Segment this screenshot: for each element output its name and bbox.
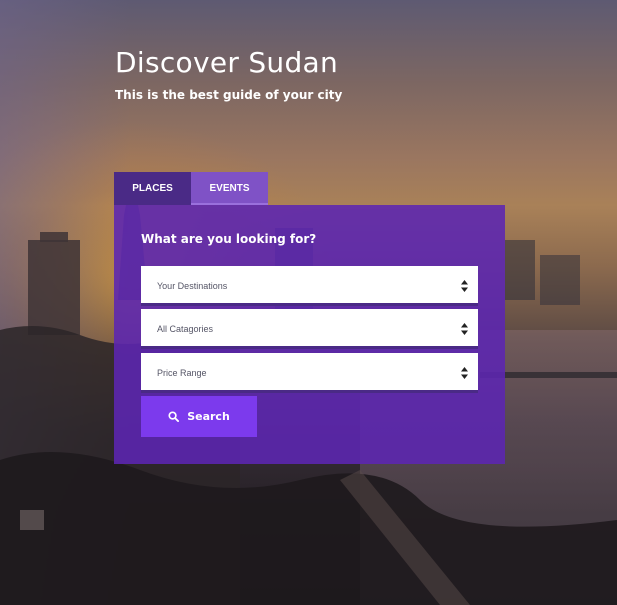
select-arrows-icon bbox=[461, 323, 468, 335]
price-range-select-value: Price Range bbox=[157, 368, 207, 378]
destination-select-value: Your Destinations bbox=[157, 281, 228, 291]
search-tabs: PLACES EVENTS bbox=[114, 172, 268, 205]
destination-select[interactable]: Your Destinations bbox=[141, 266, 478, 306]
category-select-value: All Catagories bbox=[157, 324, 214, 334]
search-button-label: Search bbox=[187, 410, 230, 423]
select-arrows-icon bbox=[461, 280, 468, 292]
tab-events[interactable]: EVENTS bbox=[191, 172, 268, 205]
tab-places[interactable]: PLACES bbox=[114, 172, 191, 205]
price-range-select[interactable]: Price Range bbox=[141, 353, 478, 393]
category-select[interactable]: All Catagories bbox=[141, 309, 478, 349]
search-button[interactable]: Search bbox=[141, 396, 257, 437]
search-panel: What are you looking for? Your Destinati… bbox=[114, 205, 505, 464]
search-heading: What are you looking for? bbox=[141, 232, 317, 246]
page-title: Discover Sudan bbox=[115, 46, 339, 79]
select-arrows-icon bbox=[461, 367, 468, 379]
search-icon bbox=[168, 411, 180, 422]
page-subtitle: This is the best guide of your city bbox=[115, 88, 343, 102]
